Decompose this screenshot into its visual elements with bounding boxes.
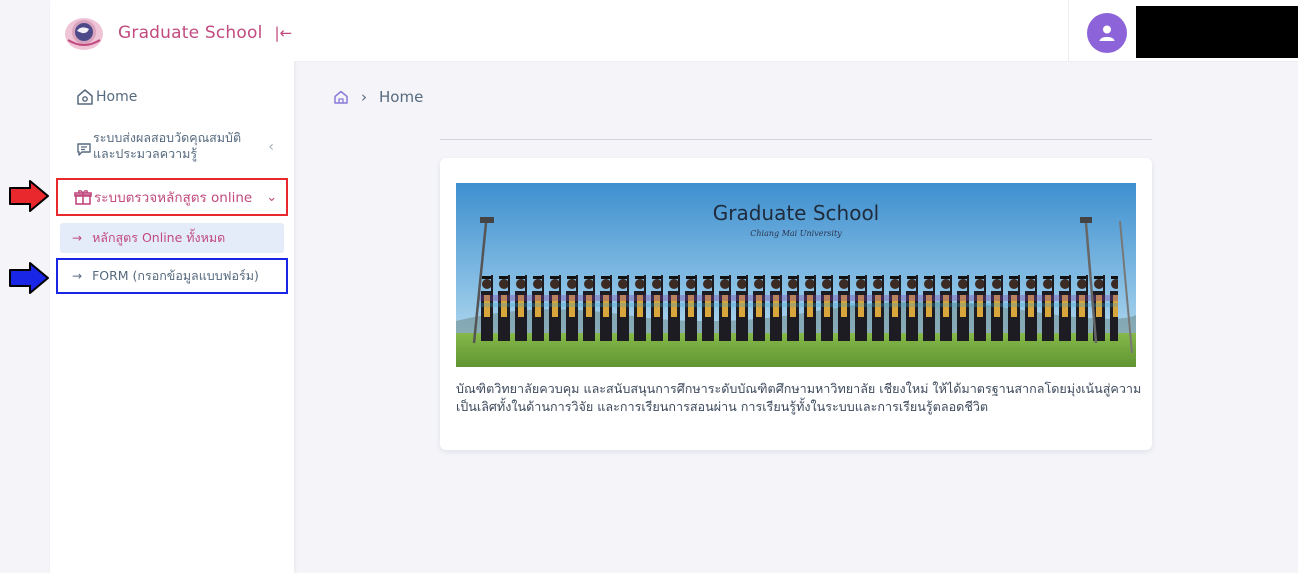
sidebar-item-label: ระบบส่งผลสอบวัดคุณสมบัติและประมวลความรู้ [93, 130, 242, 161]
chevron-down-icon: ⌄ [266, 189, 278, 205]
sidebar-item-label: ระบบตรวจหลักสูตร online [94, 190, 253, 206]
chevron-right-icon: › [361, 88, 367, 106]
blue-pointer-arrow-icon [9, 262, 49, 294]
sidebar-item-home[interactable]: Home [76, 88, 137, 106]
submenu-item-form[interactable]: → FORM (กรอกข้อมูลแบบฟอร์ม) [56, 258, 288, 294]
submenu-item-label: หลักสูตร Online ทั้งหมด [92, 230, 226, 245]
divider [440, 139, 1152, 140]
welcome-card: Graduate School Chiang Mai University บั… [440, 158, 1152, 450]
user-icon [1099, 25, 1115, 41]
submenu-item-all-curricula[interactable]: → หลักสูตร Online ทั้งหมด [60, 223, 284, 253]
breadcrumb-current: Home [379, 88, 424, 106]
brand-name: Graduate School [118, 23, 263, 43]
banner-subtitle: Chiang Mai University [750, 229, 842, 238]
collapse-icon[interactable]: |← [275, 25, 293, 41]
logo-icon [65, 18, 103, 50]
sidebar: Graduate School |← Home ระบบส่งผลสอบวัดค… [50, 0, 294, 573]
banner-title: Graduate School [712, 201, 880, 225]
arrow-right-icon: → [72, 269, 83, 283]
chevron-left-icon: ‹ [268, 139, 274, 155]
message-icon [77, 143, 91, 156]
red-pointer-arrow-icon [9, 180, 49, 212]
avatar[interactable] [1087, 13, 1127, 53]
redacted-user-name [1136, 6, 1298, 58]
sidebar-item-exam-results[interactable]: ระบบส่งผลสอบวัดคุณสมบัติและประมวลความรู้… [76, 130, 274, 162]
brand[interactable]: Graduate School |← [64, 14, 292, 52]
sidebar-item-label: Home [96, 89, 138, 105]
banner-image: Graduate School Chiang Mai University [456, 183, 1136, 367]
description-text: บัณฑิตวิทยาลัยควบคุม และสนับสนุนการศึกษา… [456, 381, 1142, 414]
arrow-right-icon: → [72, 231, 83, 245]
gift-icon [74, 190, 92, 205]
breadcrumb: › Home [333, 88, 423, 106]
home-icon[interactable] [333, 89, 349, 105]
home-icon [77, 89, 93, 105]
navbar-divider [1068, 0, 1069, 62]
submenu-item-label: FORM (กรอกข้อมูลแบบฟอร์ม) [92, 268, 259, 283]
sidebar-item-curriculum-online[interactable]: ระบบตรวจหลักสูตร online ⌄ [56, 178, 288, 216]
